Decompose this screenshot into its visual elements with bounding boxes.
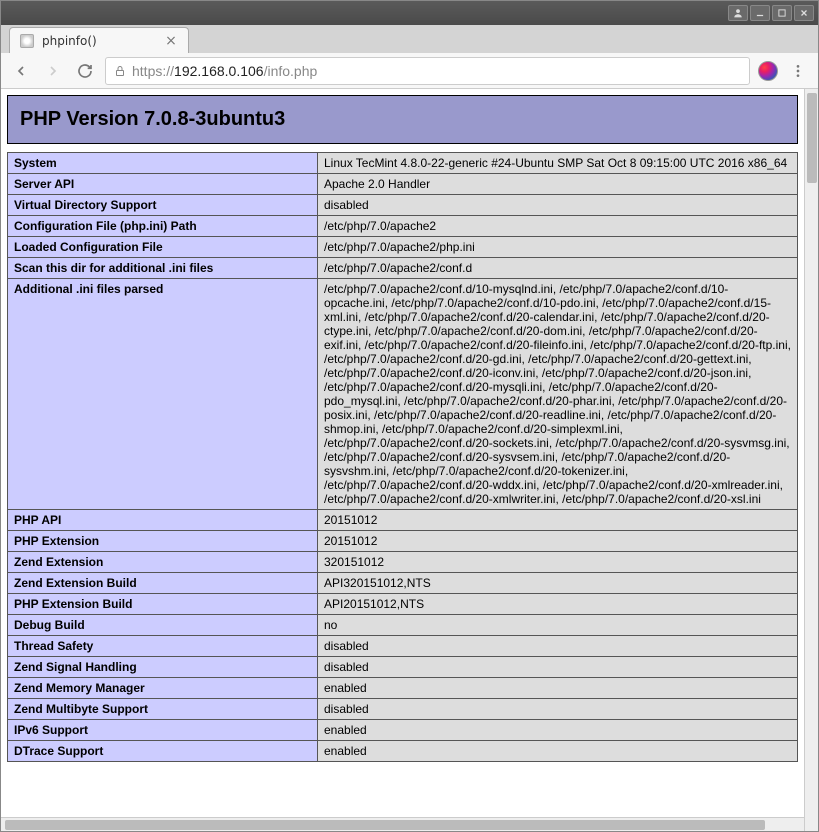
config-key: Zend Extension bbox=[8, 552, 318, 573]
table-row: Scan this dir for additional .ini files/… bbox=[8, 258, 798, 279]
config-key: Zend Signal Handling bbox=[8, 657, 318, 678]
horizontal-scrollbar[interactable] bbox=[1, 817, 804, 831]
config-key: Loaded Configuration File bbox=[8, 237, 318, 258]
config-value: Apache 2.0 Handler bbox=[318, 174, 798, 195]
config-key: PHP Extension Build bbox=[8, 594, 318, 615]
config-value: disabled bbox=[318, 636, 798, 657]
url-text: https://192.168.0.106/info.php bbox=[132, 63, 741, 79]
user-icon[interactable] bbox=[728, 5, 748, 21]
url-path: /info.php bbox=[264, 63, 318, 79]
tab-title: phpinfo() bbox=[42, 34, 156, 48]
tab-strip: phpinfo() × bbox=[1, 25, 818, 53]
config-value: /etc/php/7.0/apache2/conf.d bbox=[318, 258, 798, 279]
address-bar[interactable]: https://192.168.0.106/info.php bbox=[105, 57, 750, 85]
favicon-icon bbox=[20, 34, 34, 48]
vertical-scrollbar[interactable] bbox=[804, 89, 818, 831]
horizontal-scroll-thumb[interactable] bbox=[5, 820, 765, 830]
back-button[interactable] bbox=[9, 59, 33, 83]
config-key: IPv6 Support bbox=[8, 720, 318, 741]
browser-tab[interactable]: phpinfo() × bbox=[9, 27, 189, 53]
table-row: Zend Extension320151012 bbox=[8, 552, 798, 573]
table-row: Zend Extension BuildAPI320151012,NTS bbox=[8, 573, 798, 594]
config-value: enabled bbox=[318, 741, 798, 762]
table-row: Server APIApache 2.0 Handler bbox=[8, 174, 798, 195]
config-key: Server API bbox=[8, 174, 318, 195]
config-value: enabled bbox=[318, 678, 798, 699]
forward-button[interactable] bbox=[41, 59, 65, 83]
table-row: DTrace Supportenabled bbox=[8, 741, 798, 762]
config-value: disabled bbox=[318, 699, 798, 720]
config-value: /etc/php/7.0/apache2/conf.d/10-mysqlnd.i… bbox=[318, 279, 798, 510]
tab-close-icon[interactable]: × bbox=[164, 34, 178, 48]
window-titlebar bbox=[1, 1, 818, 25]
config-value: Linux TecMint 4.8.0-22-generic #24-Ubunt… bbox=[318, 153, 798, 174]
table-row: Debug Buildno bbox=[8, 615, 798, 636]
config-key: Virtual Directory Support bbox=[8, 195, 318, 216]
table-row: PHP Extension20151012 bbox=[8, 531, 798, 552]
vertical-scroll-thumb[interactable] bbox=[807, 93, 817, 183]
config-value: API20151012,NTS bbox=[318, 594, 798, 615]
menu-button[interactable] bbox=[786, 59, 810, 83]
extension-icon[interactable] bbox=[758, 61, 778, 81]
php-version-title: PHP Version 7.0.8-3ubuntu3 bbox=[20, 108, 785, 131]
config-key: Zend Multibyte Support bbox=[8, 699, 318, 720]
config-value: /etc/php/7.0/apache2 bbox=[318, 216, 798, 237]
config-key: Scan this dir for additional .ini files bbox=[8, 258, 318, 279]
url-host: 192.168.0.106 bbox=[174, 63, 264, 79]
config-key: PHP Extension bbox=[8, 531, 318, 552]
page-content: PHP Version 7.0.8-3ubuntu3 SystemLinux T… bbox=[1, 89, 804, 817]
table-row: Virtual Directory Supportdisabled bbox=[8, 195, 798, 216]
table-row: Zend Memory Managerenabled bbox=[8, 678, 798, 699]
close-button[interactable] bbox=[794, 5, 814, 21]
config-key: Additional .ini files parsed bbox=[8, 279, 318, 510]
config-value: API320151012,NTS bbox=[318, 573, 798, 594]
lock-icon bbox=[114, 65, 126, 77]
table-row: SystemLinux TecMint 4.8.0-22-generic #24… bbox=[8, 153, 798, 174]
table-row: Zend Multibyte Supportdisabled bbox=[8, 699, 798, 720]
viewport: PHP Version 7.0.8-3ubuntu3 SystemLinux T… bbox=[1, 89, 818, 831]
phpinfo-header: PHP Version 7.0.8-3ubuntu3 bbox=[7, 95, 798, 144]
minimize-button[interactable] bbox=[750, 5, 770, 21]
config-value: /etc/php/7.0/apache2/php.ini bbox=[318, 237, 798, 258]
config-key: DTrace Support bbox=[8, 741, 318, 762]
config-key: Zend Extension Build bbox=[8, 573, 318, 594]
browser-toolbar: https://192.168.0.106/info.php bbox=[1, 53, 818, 89]
table-row: IPv6 Supportenabled bbox=[8, 720, 798, 741]
reload-button[interactable] bbox=[73, 59, 97, 83]
config-value: no bbox=[318, 615, 798, 636]
config-value: 20151012 bbox=[318, 531, 798, 552]
config-key: Configuration File (php.ini) Path bbox=[8, 216, 318, 237]
config-key: PHP API bbox=[8, 510, 318, 531]
config-value: disabled bbox=[318, 195, 798, 216]
config-key: Thread Safety bbox=[8, 636, 318, 657]
maximize-button[interactable] bbox=[772, 5, 792, 21]
table-row: Thread Safetydisabled bbox=[8, 636, 798, 657]
config-value: 320151012 bbox=[318, 552, 798, 573]
config-value: enabled bbox=[318, 720, 798, 741]
config-key: System bbox=[8, 153, 318, 174]
table-row: PHP API20151012 bbox=[8, 510, 798, 531]
config-value: 20151012 bbox=[318, 510, 798, 531]
table-row: PHP Extension BuildAPI20151012,NTS bbox=[8, 594, 798, 615]
table-row: Additional .ini files parsed/etc/php/7.0… bbox=[8, 279, 798, 510]
table-row: Zend Signal Handlingdisabled bbox=[8, 657, 798, 678]
url-scheme: https:// bbox=[132, 63, 174, 79]
config-key: Debug Build bbox=[8, 615, 318, 636]
browser-window: phpinfo() × https://192.168.0.106/info.p… bbox=[0, 0, 819, 832]
phpinfo-table: SystemLinux TecMint 4.8.0-22-generic #24… bbox=[7, 152, 798, 762]
config-key: Zend Memory Manager bbox=[8, 678, 318, 699]
table-row: Configuration File (php.ini) Path/etc/ph… bbox=[8, 216, 798, 237]
table-row: Loaded Configuration File/etc/php/7.0/ap… bbox=[8, 237, 798, 258]
config-value: disabled bbox=[318, 657, 798, 678]
